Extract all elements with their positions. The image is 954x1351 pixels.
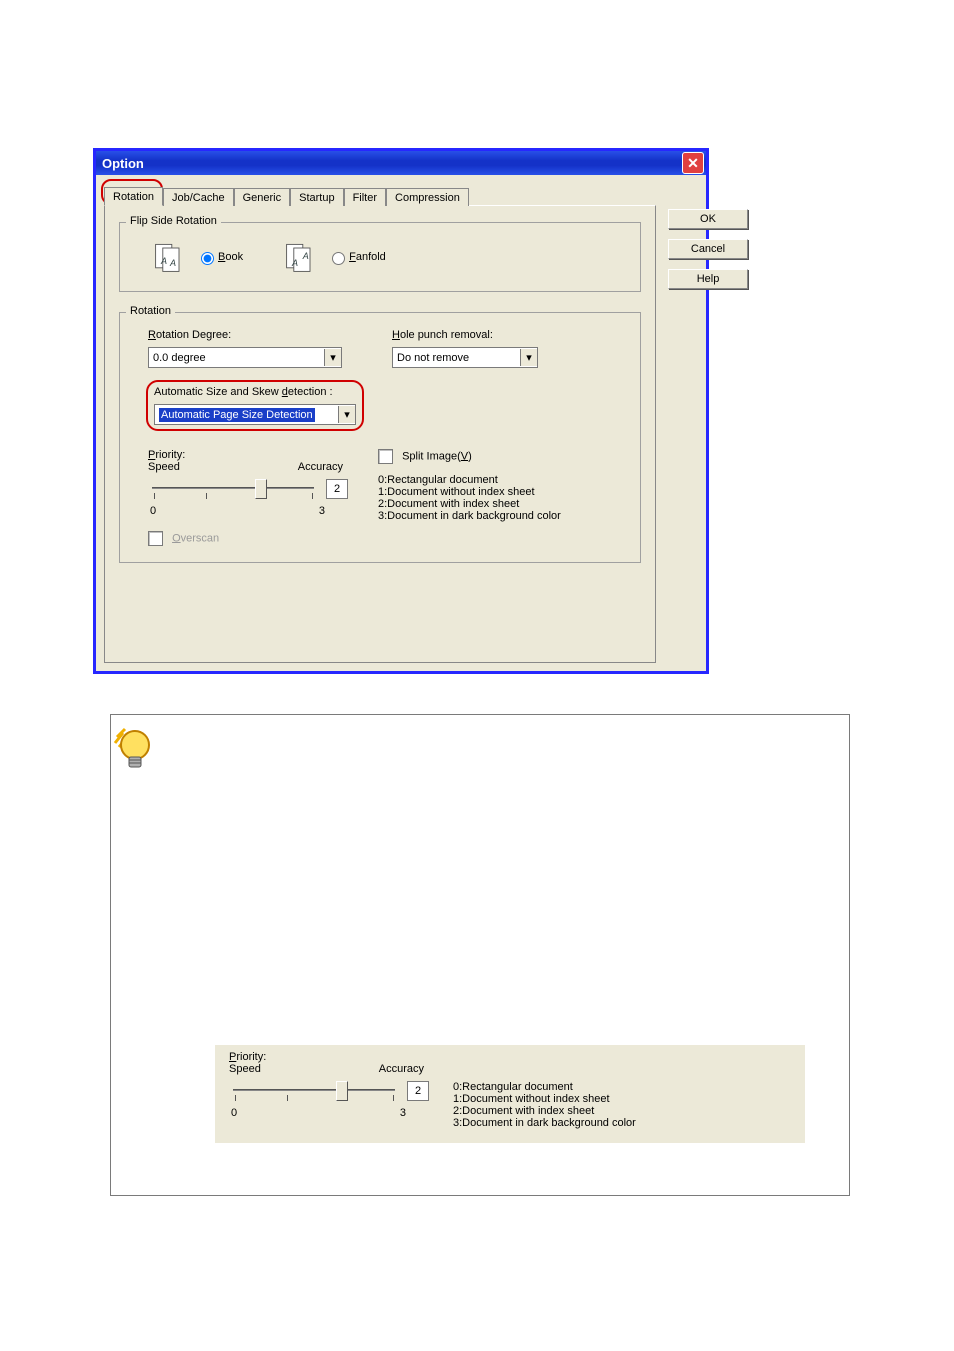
title-bar[interactable]: Option ✕ [96,151,706,175]
svg-text:A: A [169,258,176,268]
split-and-legend: Split Image(V) 0:Rectangular document 1:… [378,449,628,546]
hint-priority-left: Priority: Speed Accuracy 2 [229,1051,439,1119]
tab-strip: Rotation Job/Cache Generic Startup Filte… [104,183,656,205]
group-flip-side-rotation: Flip Side Rotation A A [119,222,641,292]
tab-pane-rotation: Flip Side Rotation A A [104,205,656,663]
speed-label: Speed [148,461,180,473]
slider-max: 3 [319,505,325,517]
tab-rotation[interactable]: Rotation [104,187,163,206]
hint-priority-value: 2 [407,1081,429,1101]
svg-text:A: A [160,256,167,266]
priority-legend-3: 3:Document in dark background color [378,510,628,522]
priority-value: 2 [326,479,348,499]
accuracy-label: Accuracy [298,461,343,473]
hint-accuracy-label: Accuracy [379,1063,424,1075]
tab-startup[interactable]: Startup [290,188,343,206]
radio-book-row: A A Book [152,239,243,275]
hint-priority-label: Priority: [229,1051,439,1063]
priority-legend-1: 1:Document without index sheet [378,486,628,498]
cancel-button[interactable]: Cancel [668,239,748,259]
hole-punch-combo[interactable]: Do not remove ▾ [392,347,538,368]
svg-text:A: A [302,251,309,261]
ok-button[interactable]: OK [668,209,748,229]
group-rotation: Rotation Rotation Degree: Hole punch rem… [119,312,641,563]
priority-label: Priority: [148,449,368,461]
radio-fanfold[interactable] [332,252,345,265]
group-legend: Flip Side Rotation [126,215,221,227]
rotation-degree-combo[interactable]: 0.0 degree ▾ [148,347,342,368]
hint-priority-panel: Priority: Speed Accuracy 2 [215,1045,805,1143]
close-button[interactable]: ✕ [682,152,704,174]
rotation-degree-label: Rotation Degree: [148,329,368,341]
group-legend-rotation: Rotation [126,305,175,317]
auto-detect-combo[interactable]: Automatic Page Size Detection ▾ [154,404,356,425]
tab-filter[interactable]: Filter [344,188,386,206]
auto-detect-value: Automatic Page Size Detection [159,408,315,422]
hole-punch-label: Hole punch removal: [392,329,602,341]
overscan-row: Overscan [148,531,368,546]
fanfold-icon: A A [283,239,319,275]
split-image-label: Split Image(V) [402,450,472,462]
hint-legend-0: 0:Rectangular document [453,1081,636,1093]
priority-legend-0: 0:Rectangular document [378,474,628,486]
svg-text:A: A [291,258,298,268]
dialog-buttons: OK Cancel Help [668,183,748,663]
help-button[interactable]: Help [668,269,748,289]
radio-book-label: Book [218,251,243,263]
tab-jobcache[interactable]: Job/Cache [163,188,234,206]
hint-slider-min: 0 [231,1107,237,1119]
hint-speed-label: Speed [229,1063,261,1075]
hint-priority-legend: 0:Rectangular document 1:Document withou… [453,1081,636,1129]
radio-fanfold-label: Fanfold [349,251,386,263]
dialog-body: Rotation Job/Cache Generic Startup Filte… [96,175,706,671]
hint-priority-slider[interactable] [229,1077,399,1107]
priority-slider[interactable] [148,475,318,505]
hint-legend-3: 3:Document in dark background color [453,1117,636,1129]
hint-box: Priority: Speed Accuracy 2 [110,714,850,1196]
tab-generic[interactable]: Generic [234,188,291,206]
overscan-checkbox [148,531,163,546]
tab-compression[interactable]: Compression [386,188,469,206]
tabs-column: Rotation Job/Cache Generic Startup Filte… [104,183,656,663]
book-icon: A A [152,239,188,275]
slider-min: 0 [150,505,156,517]
auto-detect-label: Automatic Size and Skew detection : [154,386,356,398]
overscan-label: Overscan [172,532,219,544]
chevron-down-icon: ▾ [520,349,537,366]
option-dialog: Option ✕ Rotation Job/Cache Generic Star… [93,148,709,674]
hint-legend-2: 2:Document with index sheet [453,1105,636,1117]
auto-detect-highlight: Automatic Size and Skew detection : Auto… [146,380,364,431]
split-image-checkbox[interactable] [378,449,393,464]
radio-book[interactable] [201,252,214,265]
chevron-down-icon: ▾ [338,406,355,423]
hole-punch-value: Do not remove [397,352,469,364]
chevron-down-icon: ▾ [324,349,341,366]
hint-legend-1: 1:Document without index sheet [453,1093,636,1105]
hint-slider-max: 3 [400,1107,406,1119]
radio-fanfold-row: A A Fanfold [283,239,386,275]
window-title: Option [102,156,144,171]
close-icon: ✕ [687,156,699,170]
rotation-degree-value: 0.0 degree [153,352,206,364]
lightbulb-icon [109,719,155,769]
priority-legend-2: 2:Document with index sheet [378,498,628,510]
priority-block: Priority: Speed Accuracy [148,449,368,546]
